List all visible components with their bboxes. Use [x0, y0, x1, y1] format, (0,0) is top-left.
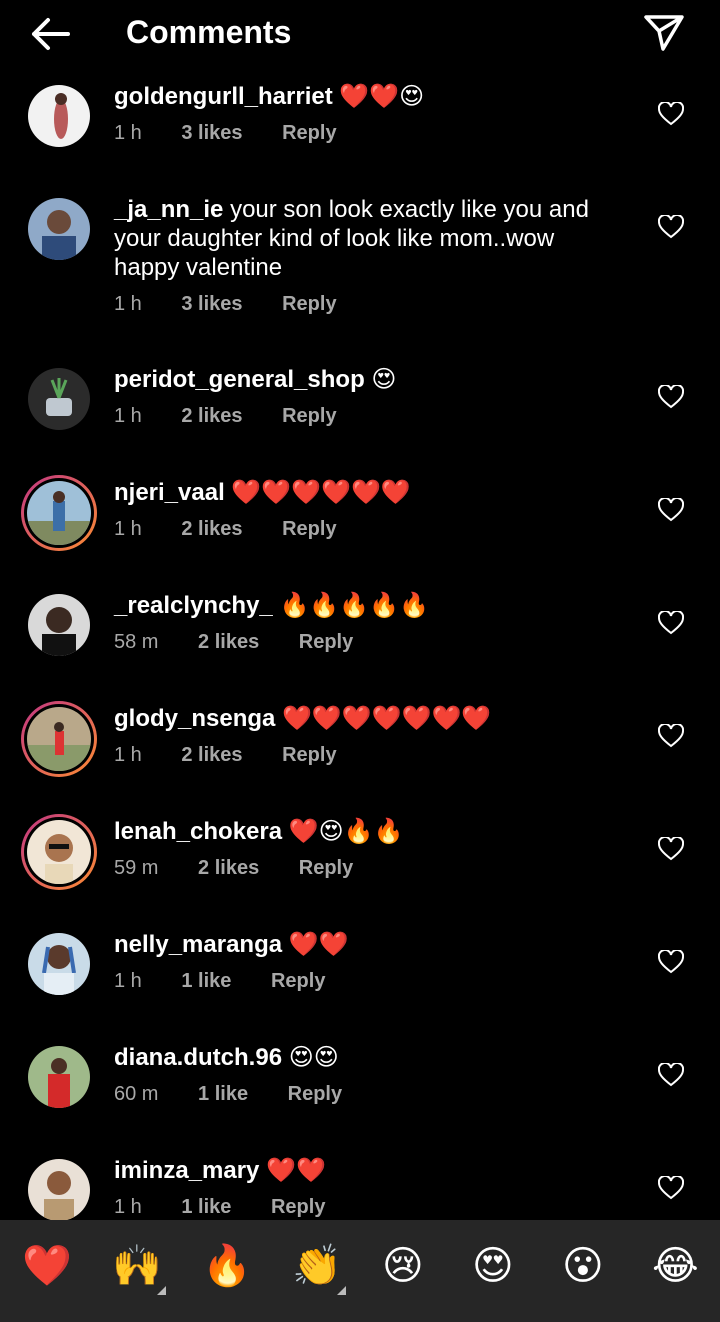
emoji-button-heart-eyes[interactable]: 😍: [472, 1242, 514, 1290]
like-button[interactable]: [657, 722, 685, 748]
comment-username[interactable]: diana.dutch.96: [114, 1044, 282, 1071]
comment-likes[interactable]: 2 likes: [198, 631, 259, 653]
heart-outline-icon: [657, 948, 685, 974]
reply-button[interactable]: Reply: [282, 122, 336, 144]
comment-likes[interactable]: 1 like: [181, 1196, 231, 1218]
avatar[interactable]: [28, 933, 90, 995]
comment-emoji: ❤️❤️: [266, 1157, 326, 1184]
avatar[interactable]: [28, 368, 90, 430]
heart-outline-icon: [657, 609, 685, 635]
comment-username[interactable]: _realclynchy_: [114, 592, 273, 619]
comment-username[interactable]: njeri_vaal: [114, 479, 225, 506]
like-button[interactable]: [657, 1061, 685, 1087]
comment-likes[interactable]: 3 likes: [181, 293, 242, 315]
avatar[interactable]: [28, 1159, 90, 1221]
arrow-left-icon: [32, 18, 70, 50]
reply-button[interactable]: Reply: [282, 405, 336, 427]
avatar-story-ring[interactable]: [21, 475, 97, 551]
avatar[interactable]: [28, 85, 90, 147]
heart-outline-icon: [657, 835, 685, 861]
comment-time: 1 h: [114, 293, 142, 315]
like-button[interactable]: [657, 1174, 685, 1200]
reply-button[interactable]: Reply: [271, 1196, 325, 1218]
page-title: Comments: [126, 14, 292, 50]
skin-tone-indicator-icon: [157, 1286, 166, 1295]
back-button[interactable]: [28, 14, 72, 54]
comment-emoji: 🔥🔥🔥🔥🔥: [279, 592, 429, 619]
comment-time: 1 h: [114, 1196, 142, 1218]
like-button[interactable]: [657, 496, 685, 522]
like-button[interactable]: [657, 213, 685, 239]
comment-likes[interactable]: 3 likes: [181, 122, 242, 144]
emoji-button-clap[interactable]: 👏: [292, 1242, 342, 1290]
heart-outline-icon: [657, 383, 685, 409]
header: Comments: [0, 0, 720, 66]
comment-likes[interactable]: 2 likes: [181, 518, 242, 540]
comment-time: 1 h: [114, 518, 142, 540]
avatar-story-ring[interactable]: [21, 701, 97, 777]
emoji-button-laugh-cry[interactable]: 😂: [652, 1242, 699, 1290]
heart-outline-icon: [657, 1174, 685, 1200]
comment-time: 1 h: [114, 405, 142, 427]
emoji-button-heart[interactable]: ❤️: [22, 1242, 72, 1290]
comment-likes[interactable]: 2 likes: [198, 857, 259, 879]
avatar[interactable]: [28, 198, 90, 260]
heart-outline-icon: [657, 1061, 685, 1087]
comment-likes[interactable]: 2 likes: [181, 405, 242, 427]
comment-emoji: ❤️❤️: [288, 931, 349, 958]
emoji-button-raised-hands[interactable]: 🙌: [112, 1242, 162, 1290]
comment-time: 60 m: [114, 1083, 159, 1105]
reply-button[interactable]: Reply: [282, 518, 336, 540]
comment-username[interactable]: nelly_maranga: [114, 931, 282, 958]
emoji-button-cry[interactable]: 😢: [382, 1242, 424, 1290]
skin-tone-indicator-icon: [337, 1286, 346, 1295]
comment-username[interactable]: iminza_mary: [114, 1157, 259, 1184]
emoji-reaction-bar: ❤️ 🙌 🔥 👏 😢 😍 😮 😂: [0, 1220, 720, 1322]
comment-time: 1 h: [114, 744, 142, 766]
comment-emoji: ❤️❤️❤️❤️❤️❤️❤️: [282, 705, 492, 732]
comment-username[interactable]: peridot_general_shop: [114, 366, 365, 393]
comment-emoji: ❤️❤️😍: [339, 83, 425, 110]
reply-button[interactable]: Reply: [282, 744, 336, 766]
heart-outline-icon: [657, 496, 685, 522]
reply-button[interactable]: Reply: [282, 293, 336, 315]
comment-username[interactable]: lenah_chokera: [114, 818, 282, 845]
like-button[interactable]: [657, 948, 685, 974]
avatar[interactable]: [28, 594, 90, 656]
heart-outline-icon: [657, 722, 685, 748]
comment-time: 59 m: [114, 857, 159, 879]
reply-button[interactable]: Reply: [299, 857, 353, 879]
comment-likes[interactable]: 2 likes: [181, 744, 242, 766]
emoji-button-surprised[interactable]: 😮: [562, 1242, 604, 1290]
comment-emoji: ❤️❤️❤️❤️❤️❤️: [231, 479, 411, 506]
comment-username[interactable]: goldengurll_harriet: [114, 83, 333, 110]
like-button[interactable]: [657, 100, 685, 126]
emoji-button-fire[interactable]: 🔥: [202, 1242, 252, 1290]
send-button[interactable]: [643, 12, 685, 54]
avatar-story-ring[interactable]: [21, 814, 97, 890]
comment-emoji: 😍😍: [288, 1044, 339, 1071]
heart-outline-icon: [657, 100, 685, 126]
avatar[interactable]: [28, 1046, 90, 1108]
heart-outline-icon: [657, 213, 685, 239]
like-button[interactable]: [657, 609, 685, 635]
comment-username[interactable]: glody_nsenga: [114, 705, 275, 732]
reply-button[interactable]: Reply: [288, 1083, 342, 1105]
comment-likes[interactable]: 1 like: [181, 970, 231, 992]
comment-emoji: 😍: [371, 366, 397, 393]
comment-emoji: ❤️😍🔥🔥: [288, 818, 404, 845]
comment-time: 1 h: [114, 122, 142, 144]
reply-button[interactable]: Reply: [299, 631, 353, 653]
comment-username[interactable]: _ja_nn_ie: [114, 196, 223, 223]
paper-plane-icon: [644, 15, 684, 51]
like-button[interactable]: [657, 835, 685, 861]
comment-time: 58 m: [114, 631, 159, 653]
like-button[interactable]: [657, 383, 685, 409]
comment-time: 1 h: [114, 970, 142, 992]
reply-button[interactable]: Reply: [271, 970, 325, 992]
comment-likes[interactable]: 1 like: [198, 1083, 248, 1105]
